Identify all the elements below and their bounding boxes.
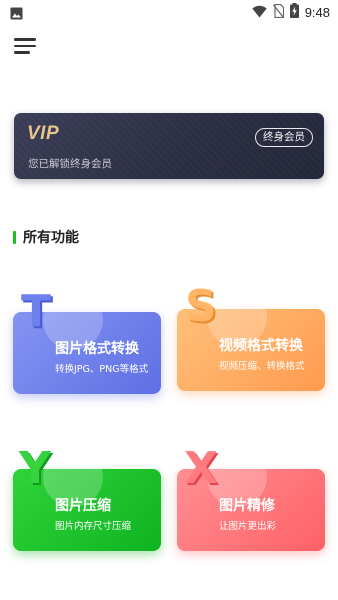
feature-title: 图片压缩 <box>55 498 111 514</box>
vip-card[interactable]: VIP 您已解锁终身会员 终身会员 <box>14 113 324 179</box>
feature-title: 视频格式转换 <box>219 338 303 354</box>
feature-title: 图片格式转换 <box>55 341 139 357</box>
section-title: 所有功能 <box>23 230 79 246</box>
feature-description: 视频压缩、转换格式 <box>219 361 305 372</box>
battery-charging-icon <box>289 3 299 22</box>
feature-description: 图片内存尺寸压缩 <box>55 521 132 532</box>
letter-t-icon: T <box>21 286 52 337</box>
feature-card-video-format-convert[interactable]: S 视频格式转换 视频压缩、转换格式 <box>177 285 325 391</box>
feature-description: 转换JPG、PNG等格式 <box>55 364 149 375</box>
section-accent-bar <box>13 230 16 244</box>
image-icon <box>10 5 23 24</box>
feature-description: 让图片更出彩 <box>219 521 277 532</box>
clock-time: 9:48 <box>304 5 330 20</box>
section-header: 所有功能 <box>13 227 79 247</box>
wifi-icon <box>251 3 267 22</box>
letter-x-icon: X <box>184 443 218 494</box>
letter-s-icon: S <box>185 281 217 332</box>
status-bar: 9:48 <box>0 0 338 24</box>
menu-icon[interactable] <box>14 36 38 56</box>
vip-status-text: 您已解锁终身会员 <box>28 158 112 170</box>
feature-card-image-format-convert[interactable]: T 图片格式转换 转换JPG、PNG等格式 <box>13 290 161 394</box>
vip-logo: VIP <box>27 123 60 144</box>
letter-y-icon: Y <box>19 443 51 494</box>
feature-title: 图片精修 <box>219 498 275 514</box>
feature-card-image-retouch[interactable]: X 图片精修 让图片更出彩 <box>177 447 325 551</box>
no-sim-icon <box>272 3 284 22</box>
lifetime-member-badge[interactable]: 终身会员 <box>255 128 313 147</box>
feature-card-image-compress[interactable]: Y 图片压缩 图片内存尺寸压缩 <box>13 447 161 551</box>
